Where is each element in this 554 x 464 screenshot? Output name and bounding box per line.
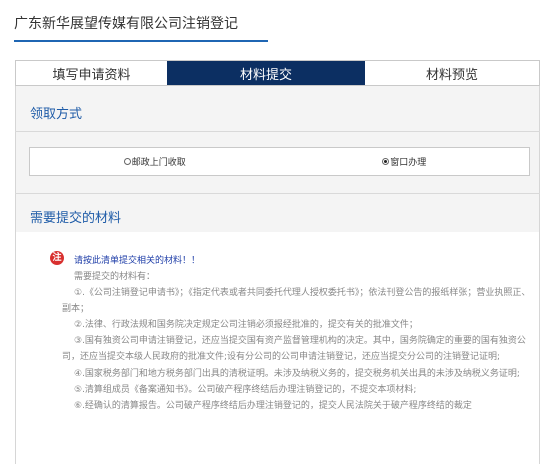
pickup-section-title: 领取方式 <box>30 107 83 122</box>
radio-window[interactable] <box>382 158 390 165</box>
pickup-option-window[interactable]: 窗口办理 <box>280 148 530 175</box>
radio-post[interactable] <box>123 158 131 165</box>
page-header: 广东新华展望传媒有限公司注销登记 <box>0 0 554 44</box>
pickup-option-window-label: 窗口办理 <box>390 158 427 168</box>
material-item: ①.《公司注销登记申请书》；《指定代表或者共同委托代理人授权委托书》；依法刊登公… <box>62 288 531 315</box>
pickup-options: 邮政上门收取 窗口办理 <box>29 147 530 176</box>
materials-intro: 需要提交的材料有： <box>74 272 156 282</box>
pickup-option-post[interactable]: 邮政上门收取 <box>30 148 280 175</box>
material-item: ⑤.清算组成员《备案通知书》。公司破产程序终结后办理注销登记的，不提交本项材料; <box>74 384 417 395</box>
materials-section-title: 需要提交的材料 <box>30 211 122 226</box>
tab-preview-materials[interactable]: 材料预览 <box>365 61 539 85</box>
material-item: ④.国家税务部门和地方税务部门出具的清税证明。未涉及纳税义务的，提交税务机关出具… <box>74 368 520 379</box>
materials-list: 需要提交的材料有： ①.《公司注销登记申请书》；《指定代表或者共同委托代理人授权… <box>62 269 532 414</box>
section-divider <box>15 131 540 132</box>
title-underline <box>14 40 268 42</box>
tab-fill-application[interactable]: 填写申请资料 <box>16 61 167 85</box>
notice-text: 请按此清单提交相关的材料！！ <box>74 256 201 266</box>
tab-submit-materials[interactable]: 材料提交 <box>167 61 365 85</box>
section-divider <box>15 193 540 194</box>
step-tabs: 填写申请资料 材料提交 材料预览 <box>15 60 540 86</box>
material-item: ⑥.经确认的清算报告。公司破产程序终结后办理注销登记的，提交人民法院关于破产程序… <box>74 400 472 411</box>
material-item: ②.法律、行政法规和国务院决定规定公司注销必须报经批准的，提交有关的批准文件； <box>74 320 418 331</box>
notice-icon: 注 <box>50 251 64 265</box>
pickup-option-post-label: 邮政上门收取 <box>131 158 186 168</box>
material-item: ③.国有独资公司申请注销登记，还应当提交国有资产监督管理机构的决定。其中，国务院… <box>62 336 526 363</box>
page-title: 广东新华展望传媒有限公司注销登记 <box>14 16 238 32</box>
